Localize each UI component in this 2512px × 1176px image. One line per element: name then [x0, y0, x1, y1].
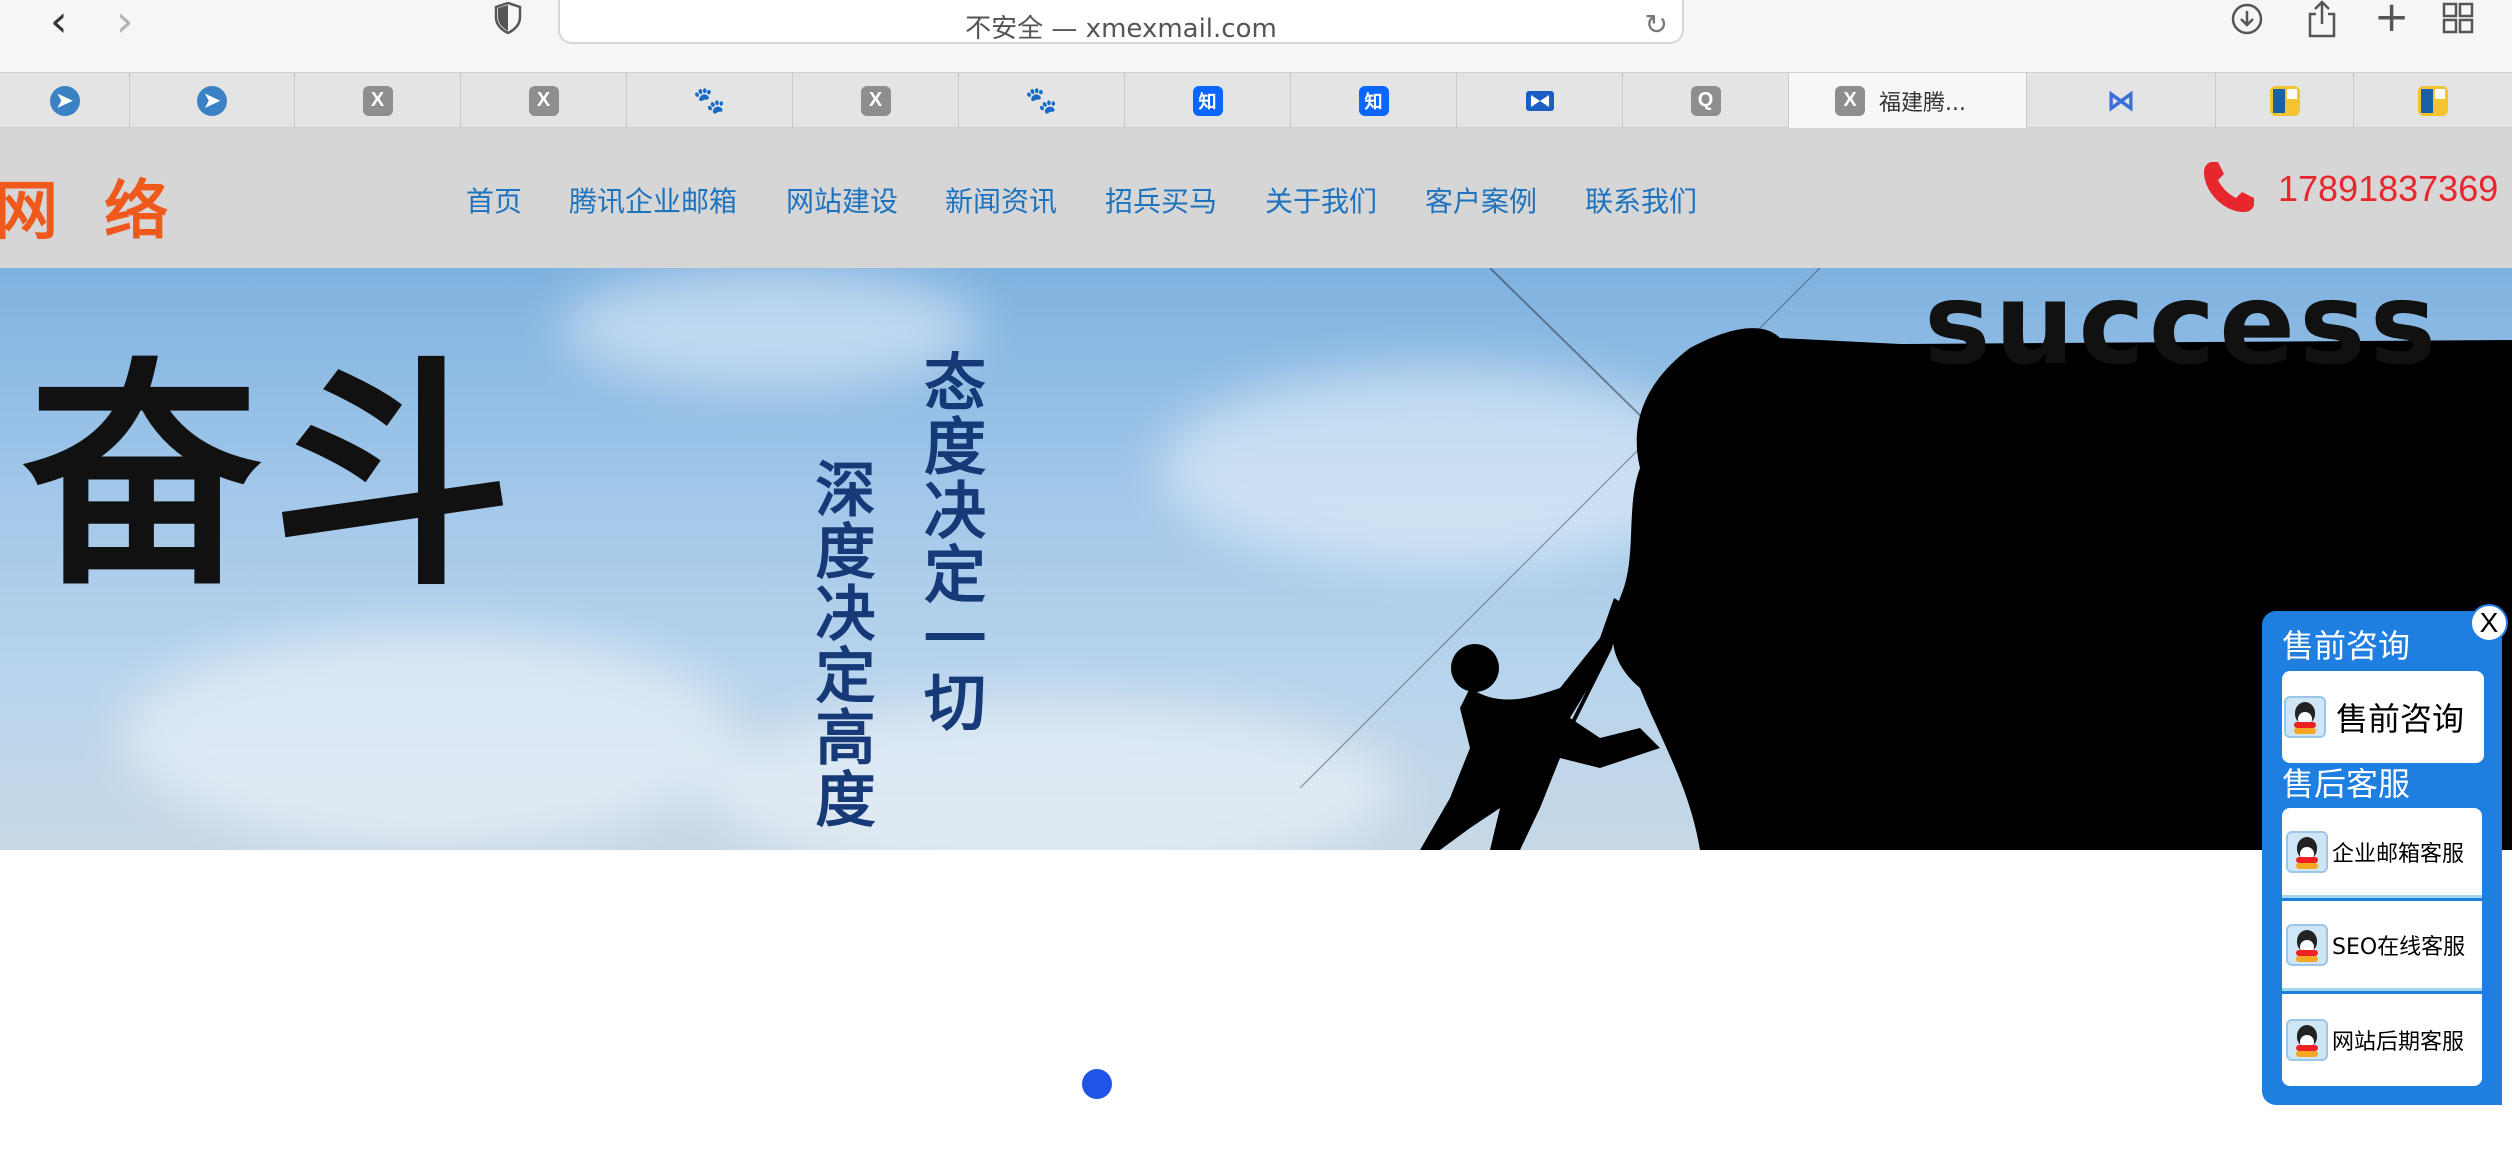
service-item-label: 网站后期客服 [2332, 1030, 2465, 1055]
site-logo[interactable]: 网 络 [0, 160, 180, 252]
nav-tencent-mail[interactable]: 腾讯企业邮箱 [569, 180, 737, 220]
slider-dot[interactable] [1082, 1069, 1112, 1099]
phone-icon [2204, 162, 2254, 212]
privacy-shield-icon[interactable] [494, 2, 522, 34]
qq-penguin-icon [2286, 1019, 2328, 1061]
presale-heading: 售前咨询 [2282, 627, 2411, 665]
nav-home[interactable]: 首页 [466, 180, 522, 220]
nav-website-building[interactable]: 网站建设 [786, 180, 898, 220]
service-item-label: 企业邮箱客服 [2332, 841, 2465, 867]
banner-success-text: success [1924, 268, 2441, 390]
zhihu-icon: 知 [1192, 85, 1223, 116]
nav-jobs[interactable]: 招兵买马 [1105, 180, 1217, 220]
presale-item[interactable]: 售前咨询 [2282, 671, 2484, 763]
baidu-paw-icon: 🐾 [693, 85, 726, 115]
tab-12-active[interactable]: X 福建腾... [1789, 73, 2027, 128]
tab-10[interactable] [1457, 73, 1623, 128]
tab-9[interactable]: 知 [1291, 73, 1457, 128]
tab-7[interactable]: 🐾 [959, 73, 1125, 128]
address-bar[interactable]: 不安全 — xmexmail.com ↻ [558, 0, 1684, 44]
blue-circle-icon: ➤ [197, 85, 227, 116]
zhihu-icon: 知 [1358, 85, 1389, 116]
aftersale-heading: 售后客服 [2282, 765, 2411, 803]
tab-strip: ➤ ➤ X X 🐾 X 🐾 知 知 Q X 福建腾... ⋈ [0, 72, 2512, 128]
nav-cases[interactable]: 客户案例 [1425, 180, 1537, 220]
tab-overview-icon[interactable] [2442, 2, 2474, 34]
square-icon [2269, 85, 2300, 116]
blue-circle-icon: ➤ [49, 85, 80, 116]
x-icon: X [362, 85, 393, 116]
reload-icon[interactable]: ↻ [1645, 8, 1668, 41]
forward-icon[interactable]: › [116, 0, 134, 44]
tab-6[interactable]: X [793, 73, 959, 128]
nav-about[interactable]: 关于我们 [1265, 180, 1377, 220]
service-item-email[interactable]: 企业邮箱客服 [2282, 808, 2482, 898]
x-icon: X [528, 85, 559, 116]
tab-15[interactable] [2354, 73, 2512, 128]
new-tab-icon[interactable]: + [2374, 0, 2409, 38]
customer-service-panel: 售前咨询 售前咨询 售后客服 企业邮箱客服 SEO在线客服 网站后期客服 [2262, 611, 2502, 1105]
service-item-website[interactable]: 网站后期客服 [2282, 994, 2482, 1086]
phone-number[interactable]: 17891837369 [2278, 168, 2498, 210]
square-icon [2418, 85, 2448, 116]
presale-label: 售前咨询 [2336, 700, 2465, 738]
tab-1[interactable]: ➤ [0, 73, 130, 128]
tab-title: 福建腾... [1879, 90, 1966, 116]
share-icon[interactable] [2306, 0, 2338, 38]
tab-3[interactable]: X [295, 73, 461, 128]
q-icon: Q [1690, 85, 1721, 116]
baidu-paw-icon: 🐾 [1025, 85, 1058, 115]
back-icon[interactable]: ‹ [50, 0, 68, 44]
tab-14[interactable] [2216, 73, 2354, 128]
qq-penguin-icon [2286, 923, 2328, 966]
nav-news[interactable]: 新闻资讯 [945, 180, 1057, 220]
x-icon: X [1835, 85, 1865, 116]
m-icon: ⋈ [2107, 85, 2135, 116]
tab-4[interactable]: X [461, 73, 627, 128]
qq-penguin-icon [2286, 830, 2328, 873]
hero-banner: 奋斗 态度决定一切 深度决定高度 success [0, 268, 2512, 850]
service-item-seo[interactable]: SEO在线客服 [2282, 901, 2482, 991]
tab-13[interactable]: ⋈ [2027, 73, 2216, 128]
tab-2[interactable]: ➤ [130, 73, 295, 128]
downloads-icon[interactable] [2230, 2, 2264, 36]
x-icon: X [860, 85, 891, 116]
tab-11[interactable]: Q [1623, 73, 1789, 128]
service-item-label: SEO在线客服 [2332, 934, 2466, 960]
close-icon[interactable]: X [2470, 604, 2508, 642]
ms-icon [1525, 90, 1554, 111]
qq-penguin-icon [2284, 696, 2326, 738]
tab-5[interactable]: 🐾 [627, 73, 793, 128]
tab-8[interactable]: 知 [1125, 73, 1291, 128]
address-text: 不安全 — xmexmail.com [965, 14, 1277, 44]
nav-contact[interactable]: 联系我们 [1585, 180, 1697, 220]
browser-toolbar: ‹ › 不安全 — xmexmail.com ↻ + [0, 0, 2512, 72]
site-header: 网 络 首页 腾讯企业邮箱 网站建设 新闻资讯 招兵买马 关于我们 客户案例 联… [0, 128, 2512, 268]
